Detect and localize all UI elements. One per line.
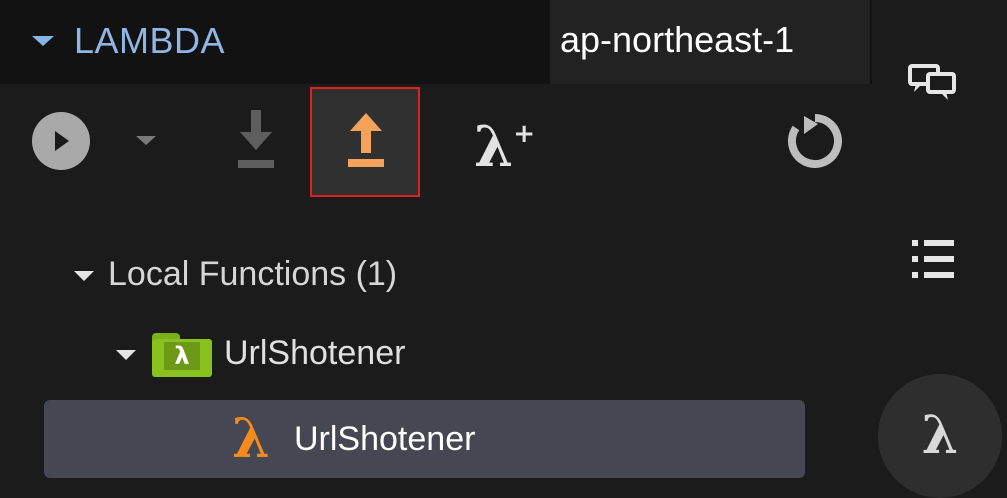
upload-icon	[348, 113, 384, 167]
tree-group-label: Local Functions (1)	[108, 255, 398, 293]
lambda-activity-button[interactable]: λ	[878, 374, 1002, 498]
panel-title: LAMBDA	[74, 20, 226, 61]
lambda-function-icon: λ	[232, 406, 270, 470]
collapse-caret-icon[interactable]	[32, 36, 54, 46]
upload-button[interactable]	[310, 87, 420, 197]
create-function-button[interactable]: λ+	[474, 108, 535, 177]
lambda-panel: LAMBDA ap-northeast-1 λ+ Local Functions…	[0, 0, 872, 492]
tree-group-local-functions[interactable]: Local Functions (1)	[74, 244, 397, 304]
chat-bubbles-icon[interactable]	[906, 60, 958, 104]
expand-caret-icon[interactable]	[74, 271, 94, 282]
tree-folder-item[interactable]: λ UrlShotener	[116, 323, 405, 383]
lambda-icon: λ	[921, 405, 959, 466]
tree-function-item[interactable]: λ UrlShotener	[44, 400, 805, 478]
refresh-icon[interactable]	[784, 110, 846, 172]
tree-function-label: UrlShotener	[294, 420, 476, 458]
list-icon[interactable]	[908, 236, 960, 282]
region-label[interactable]: ap-northeast-1	[550, 0, 870, 84]
run-menu-chevron-down-icon[interactable]	[136, 136, 156, 145]
run-button[interactable]	[32, 112, 90, 170]
expand-caret-icon[interactable]	[116, 350, 136, 361]
panel-header[interactable]: LAMBDA ap-northeast-1	[0, 0, 872, 84]
lambda-plus-icon: λ+	[474, 113, 536, 180]
lambda-folder-icon: λ	[152, 333, 212, 378]
download-icon[interactable]	[232, 106, 280, 172]
tree-folder-label: UrlShotener	[224, 334, 406, 372]
